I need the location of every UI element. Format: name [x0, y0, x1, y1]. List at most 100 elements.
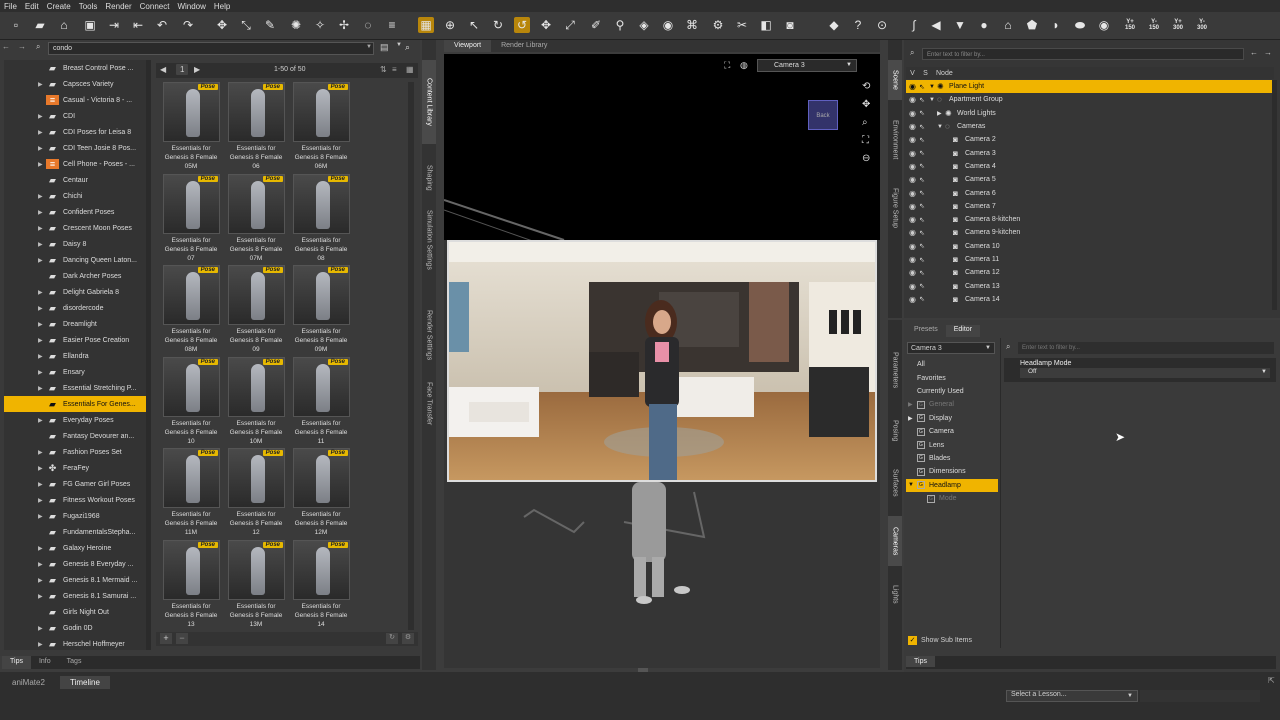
expand-arrow-icon[interactable]: ▶ — [38, 641, 46, 648]
expand-arrow-icon[interactable]: ▶ — [38, 369, 46, 376]
content-item[interactable]: Pose Essentials for Genesis 8 Female 09M — [290, 265, 352, 355]
tree-item[interactable]: ▶ ▰ Godin 0D — [4, 620, 146, 636]
expand-arrow-icon[interactable]: ▶ — [38, 81, 46, 88]
tree-item[interactable]: ▰ FundamentalsStepha... — [4, 524, 146, 540]
selectable-cursor-icon[interactable]: ⇖ — [919, 189, 929, 197]
content-item[interactable]: Pose Essentials for Genesis 8 Female 10M — [225, 356, 287, 447]
filter-left-arrow-icon[interactable]: ← — [1250, 48, 1258, 57]
tree-item[interactable]: ▶ ✤ FeraFey — [4, 460, 146, 476]
orbit-icon[interactable]: ⟲ — [862, 78, 876, 96]
tab-parameters[interactable]: Parameters — [888, 340, 902, 400]
property-group[interactable]: All — [906, 358, 998, 371]
filter-right-arrow-icon[interactable]: → — [1264, 48, 1272, 57]
render-window-icon[interactable]: ◧ — [758, 17, 774, 33]
pose-thumbnail[interactable]: Pose — [293, 82, 350, 142]
selectable-cursor-icon[interactable]: ⇖ — [919, 269, 929, 277]
pose-thumbnail[interactable]: Pose — [228, 539, 285, 600]
scene-node-row[interactable]: ◉ ⇖ ◙ Camera 9-kitchen — [906, 226, 1272, 239]
tree-scrollbar[interactable] — [146, 60, 151, 650]
selectable-cursor-icon[interactable]: ⇖ — [919, 162, 929, 170]
expand-arrow-icon[interactable]: ▶ — [38, 449, 46, 456]
expand-arrow-icon[interactable]: ▶ — [38, 497, 46, 504]
rotate-y-plus-150-button[interactable]: Y+ 150 — [1120, 17, 1140, 33]
visibility-eye-icon[interactable]: ◉ — [909, 109, 919, 118]
tab-face-transfer[interactable]: Face Transfer — [422, 374, 436, 434]
content-item[interactable]: Pose Essentials for Genesis 8 Female 06M — [290, 82, 352, 172]
expand-arrow-icon[interactable]: ▶ — [38, 193, 46, 200]
remove-icon[interactable]: − — [176, 633, 188, 644]
expand-arrow-icon[interactable]: ▶ — [38, 417, 46, 424]
property-group[interactable]: ▶ G Display — [906, 412, 998, 425]
expand-arrow-icon[interactable]: ▶ — [38, 593, 46, 600]
daz-studio-icon[interactable]: ◆ — [826, 17, 842, 33]
pose-thumbnail[interactable]: Pose — [163, 265, 220, 325]
iray-preview-icon[interactable]: ⚙ — [710, 17, 726, 33]
figure-pose-icon[interactable]: ⚲ — [612, 17, 628, 33]
tab-info[interactable]: Info — [31, 656, 59, 669]
lesson-step-buttons[interactable] — [1140, 690, 1260, 702]
refresh-icon[interactable]: ↻ — [386, 633, 398, 644]
expand-arrow-icon[interactable]: ▶ — [38, 129, 46, 136]
viewport-options-icon[interactable]: ⛶ — [724, 60, 730, 71]
import-icon[interactable]: ⇥ — [106, 17, 122, 33]
visibility-eye-icon[interactable]: ◉ — [909, 122, 919, 131]
selectable-cursor-icon[interactable]: ⇖ — [919, 282, 929, 290]
surface-tool-icon[interactable]: ✐ — [588, 17, 604, 33]
visibility-eye-icon[interactable]: ◉ — [909, 228, 919, 237]
expand-arrow-icon[interactable]: ▶ — [38, 513, 46, 520]
tree-item[interactable]: ▶ ▰ Ellandra — [4, 348, 146, 364]
expand-arrow-icon[interactable]: ▶ — [38, 241, 46, 248]
tab-cameras[interactable]: Cameras — [888, 516, 902, 566]
save-icon[interactable]: ▣ — [82, 17, 98, 33]
tab-figure-setup[interactable]: Figure Setup — [888, 180, 902, 236]
content-item[interactable]: Pose Essentials for Genesis 8 Female 07 — [160, 173, 222, 264]
camera-icon[interactable]: ◙ — [782, 17, 798, 33]
shaping-tool-icon[interactable]: ◈ — [636, 17, 652, 33]
house-shape-icon[interactable]: ⌂ — [1000, 17, 1016, 33]
tree-item[interactable]: ▶ ▰ Easier Pose Creation — [4, 332, 146, 348]
transform-tool-icon[interactable]: ✧ — [312, 17, 328, 33]
tree-item[interactable]: ▶ ▰ CDI Teen Josie 8 Pos... — [4, 140, 146, 156]
col-visible[interactable]: V — [906, 70, 919, 77]
col-node[interactable]: Node — [936, 70, 953, 77]
tree-item[interactable]: ▶ ▰ Daisy 8 — [4, 236, 146, 252]
tree-item[interactable]: ▰ Essentials For Genes... — [4, 396, 146, 412]
rotate-tool-icon[interactable]: ↺ — [514, 17, 530, 33]
scene-node-row[interactable]: ◉ ⇖ ◙ Camera 4 — [906, 160, 1272, 173]
translate-tool-icon[interactable]: ✥ — [538, 17, 554, 33]
visibility-eye-icon[interactable]: ◉ — [909, 162, 919, 171]
scene-node-row[interactable]: ◉ ⇖ ◙ Camera 10 — [906, 240, 1272, 253]
tab-timeline[interactable]: Timeline — [60, 676, 110, 689]
tree-item[interactable]: ▶ ≡ Cell Phone - Poses - ... — [4, 156, 146, 172]
selectable-cursor-icon[interactable]: ⇖ — [919, 83, 929, 91]
expand-arrow-icon[interactable]: ▶ — [38, 385, 46, 392]
tab-content-library[interactable]: Content Library — [422, 60, 436, 144]
visibility-eye-icon[interactable]: ◉ — [909, 189, 919, 198]
property-group[interactable]: G Dimensions — [906, 465, 998, 478]
expand-arrow-icon[interactable]: ▶ — [38, 145, 46, 152]
scene-node-row[interactable]: ◉ ⇖ ◙ Camera 11 — [906, 253, 1272, 266]
content-item[interactable]: Pose Essentials for Genesis 8 Female 14 — [290, 539, 352, 630]
whats-this-icon[interactable]: ? — [850, 17, 866, 33]
expand-arrow-icon[interactable]: ▼ — [929, 84, 937, 90]
content-item[interactable]: Pose Essentials for Genesis 8 Female 10 — [160, 356, 222, 447]
selectable-cursor-icon[interactable]: ⇖ — [919, 149, 929, 157]
next-page-icon[interactable]: ▶ — [194, 65, 200, 74]
prev-page-icon[interactable]: ◀ — [160, 65, 166, 74]
tree-item[interactable]: ▶ ▰ Confident Poses — [4, 204, 146, 220]
property-group[interactable]: G Camera — [906, 425, 998, 438]
visibility-eye-icon[interactable]: ◉ — [909, 95, 919, 104]
tree-item[interactable]: ▶ ▰ Essential Stretching P... — [4, 380, 146, 396]
tree-item[interactable]: ▶ ▰ CDI Poses for Leisa 8 — [4, 124, 146, 140]
tree-item[interactable]: ≡ Casual - Victoria 8 - ... — [4, 92, 146, 108]
tree-item[interactable]: ▶ ▰ Fugazi1968 — [4, 508, 146, 524]
frame-icon[interactable]: ⛶ — [862, 132, 876, 150]
visibility-eye-icon[interactable]: ◉ — [909, 202, 919, 211]
tree-item[interactable]: ▶ ▰ Everyday Poses — [4, 412, 146, 428]
pose-thumbnail[interactable]: Pose — [228, 448, 285, 508]
tree-item[interactable]: ▶ ▰ Herschel Hoffmeyer — [4, 636, 146, 650]
region-nav-icon[interactable]: ▦ — [418, 17, 434, 33]
selectable-cursor-icon[interactable]: ⇖ — [919, 109, 929, 117]
tree-item[interactable]: ▶ ▰ Ensary — [4, 364, 146, 380]
menu-window[interactable]: Window — [177, 2, 205, 11]
